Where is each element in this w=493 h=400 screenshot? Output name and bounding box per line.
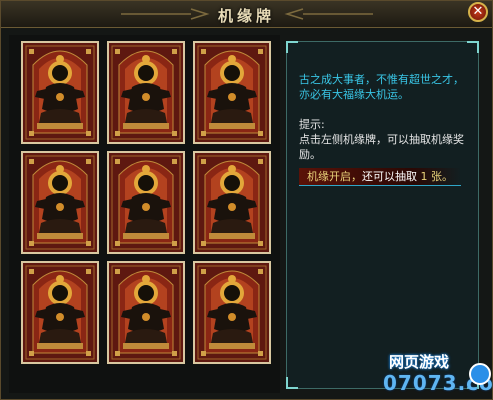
- card-8[interactable]: [107, 261, 185, 364]
- card-7[interactable]: [21, 261, 99, 364]
- hint-title: 提示:: [299, 118, 325, 131]
- site-watermark: 网页游戏 07073.com: [383, 349, 493, 397]
- panel-corner: [286, 41, 298, 53]
- close-button[interactable]: ✕: [468, 2, 488, 22]
- card-grid: [9, 35, 280, 393]
- watermark-line1: 网页游戏: [389, 353, 450, 371]
- status-middle: 还可以抽取: [362, 170, 421, 183]
- window-title: 机缘牌: [217, 7, 275, 25]
- deity-emblem-icon: [195, 153, 269, 252]
- title-ornament-right-icon: [284, 8, 373, 20]
- watermark-logo-icon: [469, 363, 491, 385]
- panel-corner: [467, 41, 479, 53]
- deity-emblem-icon: [109, 153, 183, 252]
- hint-block: 提示: 点击左侧机缘牌，可以抽取机缘奖励。: [299, 117, 471, 162]
- info-panel: 古之成大事者，不惟有超世之才，亦必有大福缘大机运。 提示: 点击左侧机缘牌，可以…: [286, 41, 479, 389]
- status-prefix: 机缘开启，: [307, 170, 362, 183]
- deity-emblem-icon: [23, 43, 97, 142]
- status-count: 1 张。: [420, 170, 454, 183]
- card-4[interactable]: [21, 151, 99, 254]
- card-9[interactable]: [193, 261, 271, 364]
- card-1[interactable]: [21, 41, 99, 144]
- card-3[interactable]: [193, 41, 271, 144]
- deity-emblem-icon: [195, 43, 269, 142]
- deity-emblem-icon: [23, 263, 97, 362]
- status-badge: 机缘开启，还可以抽取 1 张。: [299, 168, 461, 186]
- card-5[interactable]: [107, 151, 185, 254]
- deity-emblem-icon: [195, 263, 269, 362]
- fortune-card-window: 机缘牌 ✕ 古之成大事者，不惟有超世之才，亦必有大福缘大机运。 提示: 点击左侧…: [0, 0, 493, 400]
- title-bar: 机缘牌: [1, 1, 492, 28]
- deity-emblem-icon: [109, 263, 183, 362]
- hint-text: 点击左侧机缘牌，可以抽取机缘奖励。: [299, 133, 464, 161]
- panel-corner: [286, 377, 298, 389]
- card-2[interactable]: [107, 41, 185, 144]
- deity-emblem-icon: [23, 153, 97, 252]
- description-text: 古之成大事者，不惟有超世之才，亦必有大福缘大机运。: [299, 73, 464, 101]
- deity-emblem-icon: [109, 43, 183, 142]
- card-6[interactable]: [193, 151, 271, 254]
